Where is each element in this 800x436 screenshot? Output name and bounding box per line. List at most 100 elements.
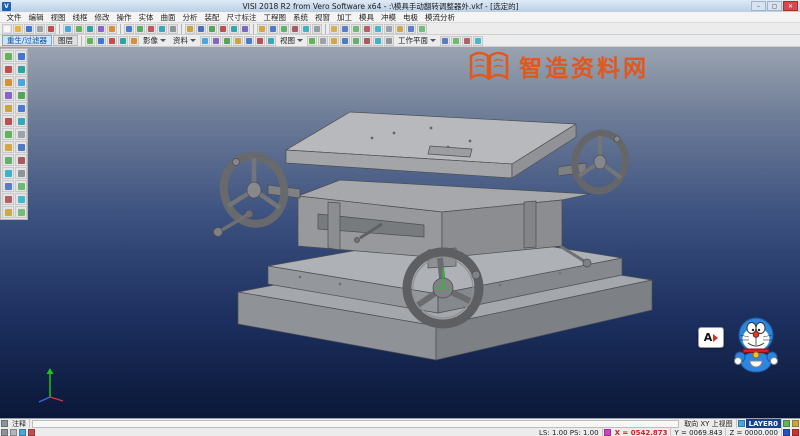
- section-view-dropdown[interactable]: 视图: [277, 35, 306, 46]
- menu-item[interactable]: 编辑: [25, 12, 47, 23]
- toolbar-icon[interactable]: [15, 206, 27, 218]
- toolbar-icon[interactable]: [417, 24, 427, 34]
- annotation-field[interactable]: [32, 420, 679, 428]
- toolbar-icon[interactable]: [312, 24, 322, 34]
- toolbar-icon[interactable]: [2, 115, 14, 127]
- toolbar-icon[interactable]: [96, 24, 106, 34]
- ime-language-badge[interactable]: A: [698, 327, 724, 348]
- toolbar-icon[interactable]: [329, 24, 339, 34]
- toolbar-icon[interactable]: [2, 128, 14, 140]
- menu-item[interactable]: 加工: [334, 12, 356, 23]
- toolbar-icon[interactable]: [74, 24, 84, 34]
- toolbar-icon[interactable]: [15, 76, 27, 88]
- menu-item[interactable]: 文件: [3, 12, 25, 23]
- toolbar-icon[interactable]: [13, 24, 23, 34]
- menu-item[interactable]: 模具: [356, 12, 378, 23]
- toolbar-icon[interactable]: [207, 24, 217, 34]
- toolbar-icon[interactable]: [15, 128, 27, 140]
- toolbar-icon[interactable]: [85, 36, 95, 46]
- toolbar-icon[interactable]: [157, 24, 167, 34]
- menu-item[interactable]: 工程图: [260, 12, 290, 23]
- toolbar-icon[interactable]: [351, 24, 361, 34]
- toolbar-icon[interactable]: [362, 24, 372, 34]
- cad-model[interactable]: [0, 47, 800, 418]
- toolbar-icon[interactable]: [462, 36, 472, 46]
- toolbar-icon[interactable]: [473, 36, 483, 46]
- toolbar-icon[interactable]: [135, 24, 145, 34]
- toolbar-icon[interactable]: [196, 24, 206, 34]
- menu-item[interactable]: 模流分析: [422, 12, 459, 23]
- toolbar-icon[interactable]: [2, 167, 14, 179]
- toolbar-icon[interactable]: [384, 36, 394, 46]
- menu-item[interactable]: 操作: [113, 12, 135, 23]
- toolbar-icon[interactable]: [107, 36, 117, 46]
- viewport-3d[interactable]: 智造资料网 A: [0, 47, 800, 418]
- toolbar-icon[interactable]: [63, 24, 73, 34]
- toolbar-icon[interactable]: [2, 63, 14, 75]
- toolbar-icon[interactable]: [257, 24, 267, 34]
- toolbar-icon[interactable]: [15, 193, 27, 205]
- toolbar-icon[interactable]: [218, 24, 228, 34]
- toolbar-icon[interactable]: [129, 36, 139, 46]
- menu-item[interactable]: 电极: [400, 12, 422, 23]
- toolbar-icon[interactable]: [290, 24, 300, 34]
- toolbar-icon[interactable]: [15, 167, 27, 179]
- toolbar-icon[interactable]: [2, 141, 14, 153]
- toolbar-icon[interactable]: [185, 24, 195, 34]
- toolbar-icon[interactable]: [168, 24, 178, 34]
- toolbar-icon[interactable]: [85, 24, 95, 34]
- toolbar-icon[interactable]: [15, 180, 27, 192]
- tab-regen-filter[interactable]: 重生/过滤器: [2, 35, 52, 46]
- toolbar-icon[interactable]: [222, 36, 232, 46]
- toolbar-icon[interactable]: [15, 50, 27, 62]
- maximize-button[interactable]: ▢: [767, 1, 782, 11]
- toolbar-icon[interactable]: [268, 24, 278, 34]
- toolbar-icon[interactable]: [118, 36, 128, 46]
- menu-item[interactable]: 曲面: [157, 12, 179, 23]
- toolbar-icon[interactable]: [46, 24, 56, 34]
- toolbar-icon[interactable]: [200, 36, 210, 46]
- menu-item[interactable]: 分析: [179, 12, 201, 23]
- menu-item[interactable]: 线框: [69, 12, 91, 23]
- toolbar-icon[interactable]: [373, 24, 383, 34]
- toolbar-icon[interactable]: [229, 24, 239, 34]
- toolbar-icon[interactable]: [2, 24, 12, 34]
- minimize-button[interactable]: –: [751, 1, 766, 11]
- menu-item[interactable]: 修改: [91, 12, 113, 23]
- menu-item[interactable]: 尺寸标注: [223, 12, 260, 23]
- toolbar-icon[interactable]: [266, 36, 276, 46]
- toolbar-icon[interactable]: [233, 36, 243, 46]
- close-button[interactable]: ✕: [783, 1, 798, 11]
- menu-item[interactable]: 实体: [135, 12, 157, 23]
- layer-status[interactable]: LAYER0: [746, 419, 782, 428]
- toolbar-icon[interactable]: [15, 154, 27, 166]
- toolbar-icon[interactable]: [24, 24, 34, 34]
- toolbar-icon[interactable]: [351, 36, 361, 46]
- toolbar-icon[interactable]: [255, 36, 265, 46]
- section-workplane-dropdown[interactable]: 工作平面: [395, 35, 439, 46]
- menu-item[interactable]: 视窗: [312, 12, 334, 23]
- toolbar-icon[interactable]: [340, 24, 350, 34]
- menu-item[interactable]: 装配: [201, 12, 223, 23]
- toolbar-icon[interactable]: [307, 36, 317, 46]
- toolbar-icon[interactable]: [440, 36, 450, 46]
- menu-item[interactable]: 系统: [290, 12, 312, 23]
- section-data-dropdown[interactable]: 资料: [170, 35, 199, 46]
- toolbar-icon[interactable]: [15, 141, 27, 153]
- toolbar-icon[interactable]: [279, 24, 289, 34]
- toolbar-icon[interactable]: [146, 24, 156, 34]
- toolbar-icon[interactable]: [2, 193, 14, 205]
- menu-item[interactable]: 视图: [47, 12, 69, 23]
- toolbar-icon[interactable]: [318, 36, 328, 46]
- toolbar-icon[interactable]: [2, 180, 14, 192]
- toolbar-icon[interactable]: [15, 89, 27, 101]
- toolbar-icon[interactable]: [301, 24, 311, 34]
- toolbar-icon[interactable]: [244, 36, 254, 46]
- toolbar-icon[interactable]: [15, 102, 27, 114]
- toolbar-icon[interactable]: [340, 36, 350, 46]
- toolbar-icon[interactable]: [406, 24, 416, 34]
- toolbar-icon[interactable]: [2, 154, 14, 166]
- toolbar-icon[interactable]: [329, 36, 339, 46]
- scale-status[interactable]: LS: 1.00 PS: 1.00: [536, 428, 603, 436]
- section-image-dropdown[interactable]: 影像: [140, 35, 169, 46]
